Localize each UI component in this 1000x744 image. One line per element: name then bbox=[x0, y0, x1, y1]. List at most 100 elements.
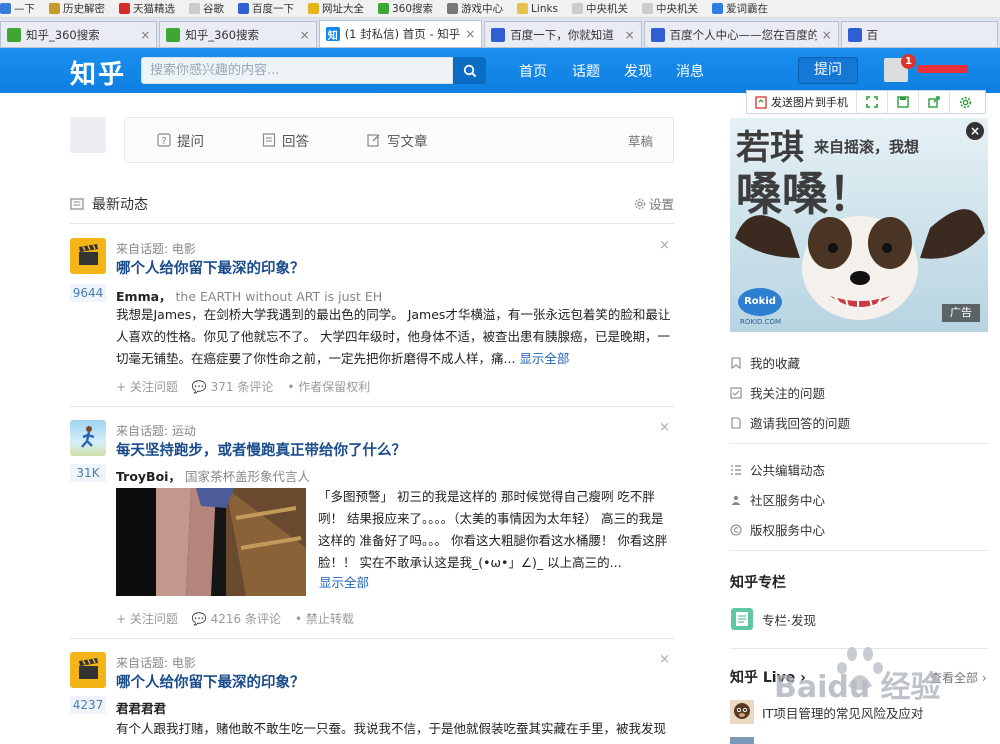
question-title-link[interactable]: 每天坚持跑步，或者慢跑真正带给你了什么？ bbox=[116, 439, 406, 460]
nav-topics[interactable]: 话题 bbox=[572, 61, 600, 81]
settings-button[interactable] bbox=[950, 91, 981, 113]
bookmark-item[interactable]: Links bbox=[517, 3, 558, 15]
item-source-topic[interactable]: 来自话题: 运动 bbox=[116, 422, 196, 439]
dismiss-item-icon[interactable]: × bbox=[659, 652, 670, 667]
bookmark-item[interactable]: 谷歌 bbox=[189, 1, 224, 16]
browser-tab[interactable]: 知乎_360搜索 × bbox=[0, 21, 158, 47]
close-tab-icon[interactable]: × bbox=[300, 28, 310, 42]
search-input[interactable]: 搜索你感兴趣的内容... bbox=[141, 57, 453, 84]
follow-question-link[interactable]: + 关注问题 bbox=[116, 378, 178, 395]
svg-text:?: ? bbox=[161, 136, 166, 147]
nav-messages[interactable]: 消息 bbox=[676, 61, 704, 81]
bookmark-item[interactable]: 中央机关 bbox=[572, 1, 628, 16]
ask-question-button[interactable]: 提问 bbox=[798, 57, 858, 84]
browser-tab[interactable]: 百 bbox=[840, 21, 998, 47]
follow-question-link[interactable]: + 关注问题 bbox=[116, 610, 178, 627]
live-item-link[interactable]: IT项目管理的常见风险及应对 bbox=[730, 700, 923, 724]
bookmark-item[interactable]: 游戏中心 bbox=[447, 1, 503, 16]
close-ad-icon[interactable]: × bbox=[966, 122, 984, 140]
vote-count[interactable]: 4237 bbox=[70, 696, 106, 714]
send-image-to-phone-button[interactable]: 发送图片到手机 bbox=[747, 91, 857, 113]
search-button[interactable] bbox=[453, 57, 486, 84]
notification-badge[interactable]: 1 bbox=[901, 54, 916, 69]
save-button[interactable] bbox=[888, 91, 919, 113]
vote-count[interactable]: 31K bbox=[70, 464, 106, 482]
redacted-username[interactable] bbox=[918, 65, 968, 73]
comments-link[interactable]: 💬 371 条评论 bbox=[192, 378, 274, 395]
sidebar-link-copyright-service[interactable]: 版权服务中心 bbox=[730, 520, 825, 539]
zhihu-live-heading[interactable]: 知乎 Live › bbox=[730, 667, 806, 687]
sidebar-link-followed-questions[interactable]: 我关注的问题 bbox=[730, 383, 825, 402]
column-icon bbox=[731, 608, 753, 630]
browser-tab[interactable]: 百度一下，你就知道 × bbox=[484, 21, 642, 47]
author-name[interactable]: TroyBoi， bbox=[116, 469, 181, 484]
live-item-avatar-partial[interactable] bbox=[730, 737, 754, 744]
fullscreen-button[interactable] bbox=[857, 91, 888, 113]
answer-thumbnail[interactable] bbox=[116, 488, 306, 596]
drafts-link[interactable]: 草稿 bbox=[628, 131, 653, 150]
author-bio: the EARTH without ART is just EH bbox=[175, 289, 383, 304]
author-name[interactable]: 君君君君 bbox=[116, 701, 166, 716]
close-tab-icon[interactable]: × bbox=[625, 28, 635, 42]
answer-excerpt[interactable]: 「多图预警」 初三的我是这样的 那时候觉得自己瘦咧 吃不胖咧！ 结果报应来了。。… bbox=[318, 486, 670, 574]
browser-tab[interactable]: 知 (1 封私信) 首页 - 知乎 × bbox=[318, 20, 483, 47]
bookmark-icon bbox=[731, 356, 741, 369]
column-discover-link[interactable]: 专栏·发现 bbox=[730, 607, 816, 631]
bookmark-item[interactable]: —下 bbox=[0, 1, 35, 16]
topic-avatar[interactable] bbox=[70, 652, 106, 688]
sidebar-link-label: 我的收藏 bbox=[750, 356, 801, 371]
question-title-link[interactable]: 哪个人给你留下最深的印象？ bbox=[116, 671, 305, 692]
browser-tab[interactable]: 百度个人中心——您在百度的 × bbox=[643, 21, 839, 47]
item-source-topic[interactable]: 来自话题: 电影 bbox=[116, 654, 196, 671]
compose-write-article-button[interactable]: 写文章 bbox=[367, 130, 428, 150]
sidebar-link-label: 社区服务中心 bbox=[750, 493, 826, 508]
sidebar-link-community-service[interactable]: 社区服务中心 bbox=[730, 490, 825, 509]
ad-headline: 嗓嗓！ bbox=[736, 167, 874, 221]
answer-excerpt[interactable]: 有个人跟我打赌，赌他敢不敢生吃一只蚕。我说我不信，于是他就假装吃蚕其实藏在手里，… bbox=[116, 718, 672, 740]
topic-avatar[interactable] bbox=[70, 420, 106, 456]
dismiss-item-icon[interactable]: × bbox=[659, 238, 670, 253]
question-title-link[interactable]: 哪个人给你留下最深的印象？ bbox=[116, 257, 305, 278]
sidebar-link-favorites[interactable]: 我的收藏 bbox=[730, 353, 800, 372]
nav-home[interactable]: 首页 bbox=[519, 61, 547, 81]
bookmarks-bar: —下 历史解密 天猫精选 谷歌 百度一下 网址大全 360搜索 游戏中心 Links 中央机关 中央… bbox=[0, 0, 1000, 18]
bookmark-item[interactable]: 百度一下 bbox=[238, 1, 294, 16]
close-tab-icon[interactable]: × bbox=[140, 28, 150, 42]
bookmark-item[interactable]: 网址大全 bbox=[308, 1, 364, 16]
compose-ask-button[interactable]: ? 提问 bbox=[157, 130, 204, 150]
current-user-avatar[interactable] bbox=[70, 117, 106, 153]
sidebar-ad[interactable]: 若琪 来自摇滚，我想 嗓嗓！ Rokid ROKID.COM 广告 bbox=[730, 118, 988, 332]
sidebar-link-public-edits[interactable]: 公共编辑动态 bbox=[730, 460, 825, 479]
bookmark-label: 百度一下 bbox=[252, 3, 294, 15]
bookmark-item[interactable]: 360搜索 bbox=[378, 1, 433, 16]
topic-avatar[interactable] bbox=[70, 238, 106, 274]
author-name[interactable]: Emma， bbox=[116, 289, 172, 304]
bookmark-item[interactable]: 爱词霸在 bbox=[712, 1, 768, 16]
compose-answer-button[interactable]: 回答 bbox=[262, 130, 309, 150]
dismiss-item-icon[interactable]: × bbox=[659, 420, 670, 435]
close-tab-icon[interactable]: × bbox=[822, 28, 832, 42]
bookmark-item[interactable]: 中央机关 bbox=[642, 1, 698, 16]
zhihu-logo[interactable]: 知乎 bbox=[70, 54, 126, 91]
tab-title: 知乎_360搜索 bbox=[185, 27, 260, 42]
photo-image bbox=[116, 488, 306, 596]
share-button[interactable] bbox=[919, 91, 950, 113]
item-source-topic[interactable]: 来自话题: 电影 bbox=[116, 240, 196, 257]
show-all-link[interactable]: 显示全部 bbox=[519, 351, 569, 366]
feed-settings-link[interactable]: 设置 bbox=[634, 194, 674, 213]
bookmark-item[interactable]: 历史解密 bbox=[49, 1, 105, 16]
feed-settings-label: 设置 bbox=[648, 197, 674, 212]
answer-excerpt[interactable]: 我想是James，在剑桥大学我遇到的最出色的同学。 James才华横溢，有一张永… bbox=[116, 304, 672, 370]
comments-link[interactable]: 💬 4216 条评论 bbox=[192, 610, 281, 627]
show-all-link[interactable]: 显示全部 bbox=[319, 572, 369, 591]
tab-favicon-icon: 知 bbox=[325, 27, 340, 42]
sidebar-link-invitations[interactable]: 邀请我回答的问题 bbox=[730, 413, 850, 432]
nav-explore[interactable]: 发现 bbox=[624, 61, 652, 81]
bookmark-favicon-icon bbox=[378, 3, 389, 14]
close-tab-icon[interactable]: × bbox=[465, 27, 475, 41]
bookmark-favicon-icon bbox=[49, 3, 60, 14]
browser-tab[interactable]: 知乎_360搜索 × bbox=[159, 21, 317, 47]
vote-count[interactable]: 9644 bbox=[70, 284, 106, 302]
bookmark-item[interactable]: 天猫精选 bbox=[119, 1, 175, 16]
live-see-all-link[interactable]: 查看全部 › bbox=[930, 669, 987, 686]
